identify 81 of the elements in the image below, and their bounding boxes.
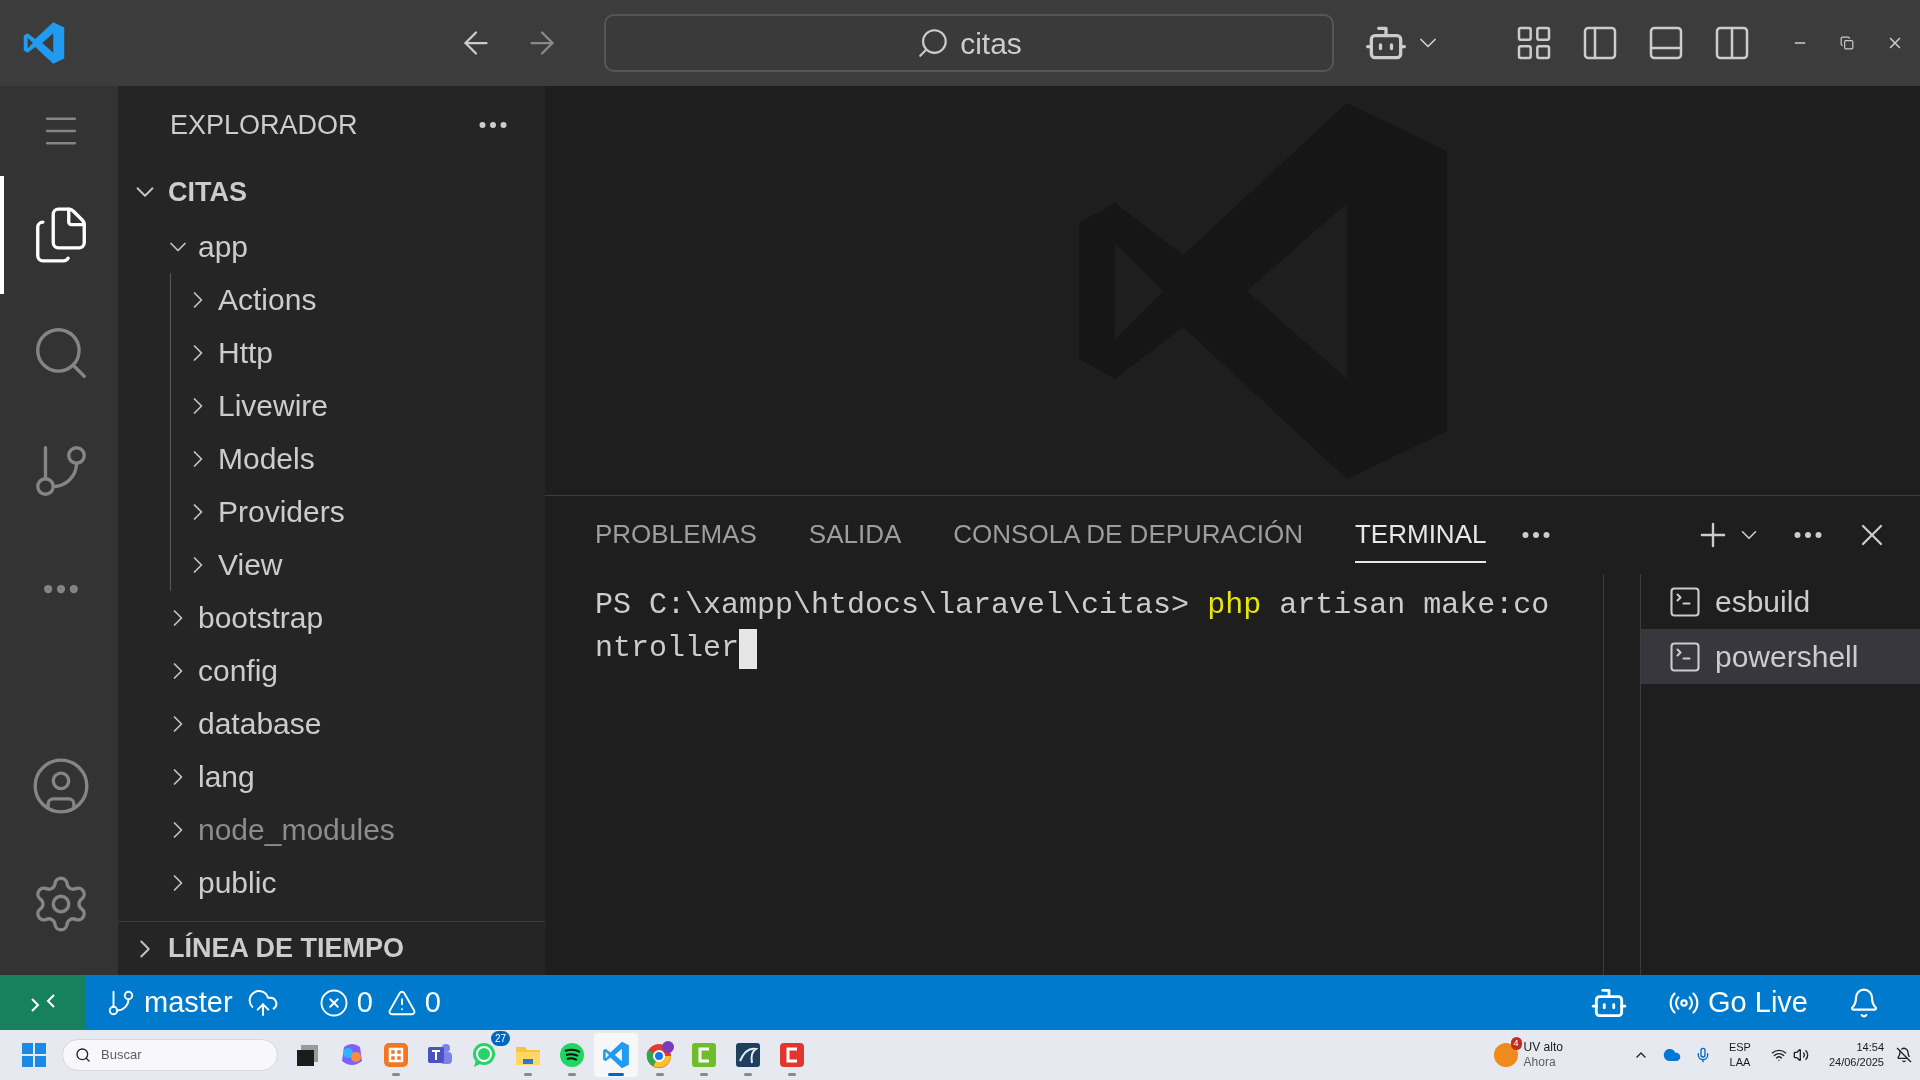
search-field[interactable]: citas	[604, 14, 1334, 72]
running-indicator	[656, 1073, 664, 1076]
panel-tab[interactable]: TERMINAL	[1354, 507, 1487, 563]
branch-button[interactable]: master	[106, 980, 233, 1025]
search-text: citas	[960, 25, 1022, 62]
weather-badge: 4	[1510, 1037, 1522, 1050]
panel-tab[interactable]: SALIDA	[808, 507, 902, 563]
clock-time: 14:54	[1856, 1040, 1884, 1055]
cloud-icon[interactable]	[1662, 1046, 1681, 1064]
panel-tab[interactable]: PROBLEMAS	[595, 507, 757, 563]
notifications-icon[interactable]	[1896, 1047, 1912, 1063]
folder-row[interactable]: database	[118, 697, 545, 750]
running-indicator	[788, 1073, 796, 1076]
terminal-session[interactable]: powershell	[1641, 629, 1920, 684]
folder-name: lang	[198, 759, 255, 795]
running-indicator	[524, 1073, 532, 1076]
folder-name: node_modules	[198, 812, 395, 848]
notification-badge: 27	[490, 1031, 510, 1046]
app-icon	[778, 1041, 806, 1069]
folder-name: public	[198, 865, 277, 901]
terminal-arguments: ntroller	[595, 630, 740, 667]
terminal-session[interactable]: esbuild	[1641, 574, 1920, 629]
app-icon	[645, 1040, 675, 1070]
folder-name: Http	[218, 335, 274, 371]
folder-row[interactable]: config	[118, 644, 545, 697]
app-icon	[558, 1041, 586, 1069]
running-indicator	[700, 1073, 708, 1076]
running-indicator	[744, 1073, 752, 1076]
folder-name: config	[198, 653, 279, 689]
running-indicator	[608, 1073, 624, 1076]
folder-row[interactable]: app	[118, 220, 545, 273]
folder-name: Models	[218, 441, 315, 477]
language-code: ESP	[1728, 1040, 1751, 1055]
clock-date: 24/06/2025	[1828, 1055, 1884, 1070]
app-icon	[382, 1041, 410, 1069]
error-count: 0	[356, 984, 373, 1020]
taskbar-search-field[interactable]: Buscar	[62, 1039, 278, 1071]
weather-subtitle: Ahora	[1523, 1055, 1557, 1070]
running-indicator	[392, 1073, 400, 1076]
section-header[interactable]: CITAS	[118, 164, 545, 220]
wifi-icon[interactable]	[1770, 1047, 1787, 1063]
folder-row[interactable]: Http	[118, 326, 545, 379]
search-icon	[75, 1047, 91, 1063]
keyboard-layout: LAA	[1729, 1055, 1751, 1070]
error-icon	[318, 987, 349, 1018]
app-icon	[602, 1041, 630, 1069]
folder-row[interactable]: lang	[118, 750, 545, 803]
app-icon	[690, 1041, 718, 1069]
terminal-command: php	[1207, 588, 1262, 622]
folder-row[interactable]: Models	[118, 432, 545, 485]
folder-row[interactable]: Actions	[118, 273, 545, 326]
go-live-button[interactable]: Go Live	[1668, 980, 1808, 1025]
folder-row[interactable]: bootstrap	[118, 591, 545, 644]
volume-icon[interactable]	[1792, 1047, 1809, 1063]
folder-name: database	[198, 706, 322, 742]
folder-name: bootstrap	[198, 600, 324, 636]
folder-row[interactable]: View	[118, 538, 545, 591]
folder-row[interactable]: Providers	[118, 485, 545, 538]
folder-name: Livewire	[218, 388, 329, 424]
terminal-prompt: PS C:\xampp\htdocs\laravel\citas>	[595, 588, 1190, 622]
folder-row[interactable]: public	[118, 856, 545, 909]
sidebar-title: EXPLORADOR	[170, 108, 358, 142]
weather-title: UV alto	[1523, 1040, 1563, 1055]
panel-tab[interactable]: CONSOLA DE DEPURACIÓN	[953, 507, 1303, 563]
running-indicator	[568, 1073, 576, 1076]
terminal-cursor	[739, 628, 758, 669]
search-placeholder: Buscar	[101, 1046, 142, 1065]
app-icon	[470, 1041, 498, 1069]
windows-logo-icon[interactable]	[22, 1043, 46, 1067]
restore-icon[interactable]	[1840, 36, 1854, 50]
folder-name: Actions	[218, 282, 317, 318]
folder-row[interactable]: node_modules	[118, 803, 545, 856]
folder-row[interactable]: Livewire	[118, 379, 545, 432]
folder-name: View	[218, 547, 283, 583]
problems-button[interactable]: 0 0	[318, 980, 441, 1025]
folder-name: app	[198, 229, 249, 265]
terminal-arguments: artisan make:co	[1279, 588, 1550, 622]
app-logo-icon	[22, 21, 66, 65]
folder-name: Providers	[218, 494, 345, 530]
app-icon	[734, 1041, 762, 1069]
warning-count: 0	[424, 984, 441, 1020]
